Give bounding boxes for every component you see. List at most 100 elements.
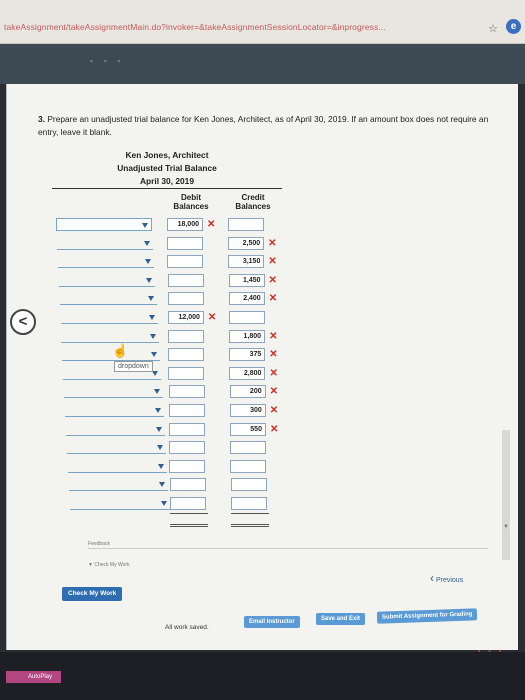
chevron-left-icon: ‹	[430, 571, 434, 585]
total-underline	[231, 512, 269, 514]
credit-input[interactable]: 2,400	[228, 292, 265, 306]
credit-input[interactable]	[230, 459, 267, 473]
dropdown-arrow-icon	[146, 277, 153, 283]
account-dropdown[interactable]	[67, 460, 168, 473]
check-my-work-toggle[interactable]: ▼ Check My Work	[88, 562, 130, 568]
url-text[interactable]: takeAssignment/takeAssignmentMain.do?inv…	[4, 22, 386, 32]
dropdown-arrow-icon	[147, 296, 154, 302]
incorrect-mark-icon: ✕	[268, 256, 277, 268]
check-my-work-button[interactable]: Check My Work	[62, 587, 123, 601]
debit-input[interactable]	[168, 348, 205, 362]
account-dropdown[interactable]	[59, 292, 157, 306]
debit-input[interactable]	[169, 459, 206, 473]
incorrect-mark-icon: ✕	[269, 349, 278, 361]
dropdown-arrow-icon	[154, 408, 161, 413]
credit-input[interactable]: 375	[229, 348, 266, 362]
debit-input[interactable]: 18,000	[167, 218, 203, 231]
previous-label: Previous	[435, 577, 464, 584]
company-name: Ken Jones, Architect	[125, 150, 209, 160]
account-dropdown[interactable]	[69, 497, 170, 510]
save-and-exit-button[interactable]: Save and Exit	[316, 613, 366, 625]
credit-input[interactable]: 1,800	[229, 329, 266, 343]
dropdown-arrow-icon	[158, 463, 165, 469]
question-prompt: 3. Prepare an unadjusted trial balance f…	[38, 113, 510, 139]
header-rule	[52, 188, 282, 189]
credit-input[interactable]	[230, 441, 267, 455]
debit-input[interactable]	[168, 422, 205, 436]
question-number: 3.	[38, 114, 45, 124]
dropdown-arrow-icon	[142, 223, 148, 228]
dropdown-arrow-icon	[150, 333, 156, 339]
scroll-arrow-icon[interactable]: ▼	[503, 524, 509, 530]
hand-cursor-icon: ☝	[112, 343, 129, 358]
credit-input[interactable]: 2,500	[228, 236, 265, 250]
debit-input[interactable]	[169, 497, 206, 510]
incorrect-mark-icon: ✕	[269, 367, 278, 379]
statement-title: Unadjusted Trial Balance	[117, 163, 217, 173]
account-dropdown[interactable]	[66, 441, 167, 455]
debit-input[interactable]	[167, 292, 204, 306]
account-dropdown[interactable]	[64, 385, 163, 399]
debit-input[interactable]	[167, 236, 204, 250]
app-header-bar	[0, 44, 525, 84]
dropdown-arrow-icon	[153, 389, 160, 395]
debit-input[interactable]	[169, 441, 206, 455]
total-double-underline	[170, 523, 208, 527]
credit-input[interactable]	[228, 218, 264, 231]
debit-input[interactable]: 12,000	[167, 311, 204, 324]
dropdown-arrow-icon	[148, 315, 155, 320]
dropdown-arrow-icon	[152, 370, 159, 376]
dropdown-arrow-icon	[155, 426, 162, 432]
address-bar[interactable]: takeAssignment/takeAssignmentMain.do?inv…	[0, 0, 525, 44]
account-dropdown[interactable]	[65, 423, 165, 436]
account-dropdown[interactable]	[61, 330, 159, 343]
scrollbar[interactable]	[502, 430, 510, 560]
previous-button[interactable]: ‹ Previous	[430, 571, 463, 585]
question-text: Prepare an unadjusted trial balance for …	[38, 114, 489, 137]
credit-input[interactable]	[230, 497, 267, 510]
debit-input[interactable]	[168, 366, 205, 380]
credit-input[interactable]: 200	[229, 385, 266, 399]
credit-input[interactable]: 550	[229, 422, 266, 436]
total-double-underline	[231, 523, 269, 527]
header-tools-icon: ▪ ▪ ▪	[90, 56, 125, 66]
debit-input[interactable]	[168, 329, 205, 343]
credit-input[interactable]: 3,150	[228, 255, 265, 269]
account-dropdown[interactable]	[57, 255, 155, 269]
credit-input[interactable]	[228, 311, 265, 324]
back-arrow-button[interactable]: <	[10, 309, 36, 335]
incorrect-mark-icon: ✕	[269, 405, 279, 416]
credit-input[interactable]	[230, 478, 267, 492]
account-dropdown[interactable]	[58, 274, 156, 287]
dropdown-arrow-icon	[159, 482, 166, 488]
email-instructor-button[interactable]: Email Instructor	[244, 616, 300, 628]
account-dropdown[interactable]	[60, 311, 158, 324]
debit-input[interactable]	[167, 255, 204, 269]
debit-input[interactable]	[168, 385, 205, 399]
debit-column-header: Debit Balances	[173, 193, 209, 211]
incorrect-mark-icon: ✕	[269, 330, 278, 342]
account-dropdown[interactable]	[56, 237, 154, 250]
dropdown-arrow-icon	[145, 259, 152, 265]
incorrect-mark-icon: ✕	[268, 274, 277, 286]
dropdown-tooltip: dropdown	[114, 361, 153, 372]
account-dropdown[interactable]	[56, 218, 152, 231]
credit-input[interactable]: 1,450	[228, 273, 265, 287]
feedback-label: Feedback	[88, 541, 110, 547]
incorrect-mark-icon: ✕	[269, 386, 278, 398]
incorrect-mark-icon: ✕	[268, 237, 277, 249]
account-dropdown[interactable]	[65, 404, 164, 417]
debit-input[interactable]	[168, 404, 205, 417]
credit-input[interactable]: 2,800	[229, 366, 266, 380]
debit-input[interactable]	[167, 273, 204, 287]
taskbar-app-button[interactable]: AutoPlay	[6, 671, 61, 683]
browser-extension-icon[interactable]: e	[506, 19, 521, 34]
dropdown-arrow-icon	[160, 501, 167, 506]
taskbar	[0, 652, 525, 700]
bookmark-star-icon[interactable]: ☆	[488, 22, 498, 35]
credit-input[interactable]: 300	[229, 404, 266, 417]
debit-input[interactable]	[169, 478, 206, 492]
incorrect-mark-icon: ✕	[207, 219, 216, 230]
system-tray-icon: ▪ ▪ ▪	[478, 648, 505, 655]
account-dropdown[interactable]	[68, 478, 169, 492]
